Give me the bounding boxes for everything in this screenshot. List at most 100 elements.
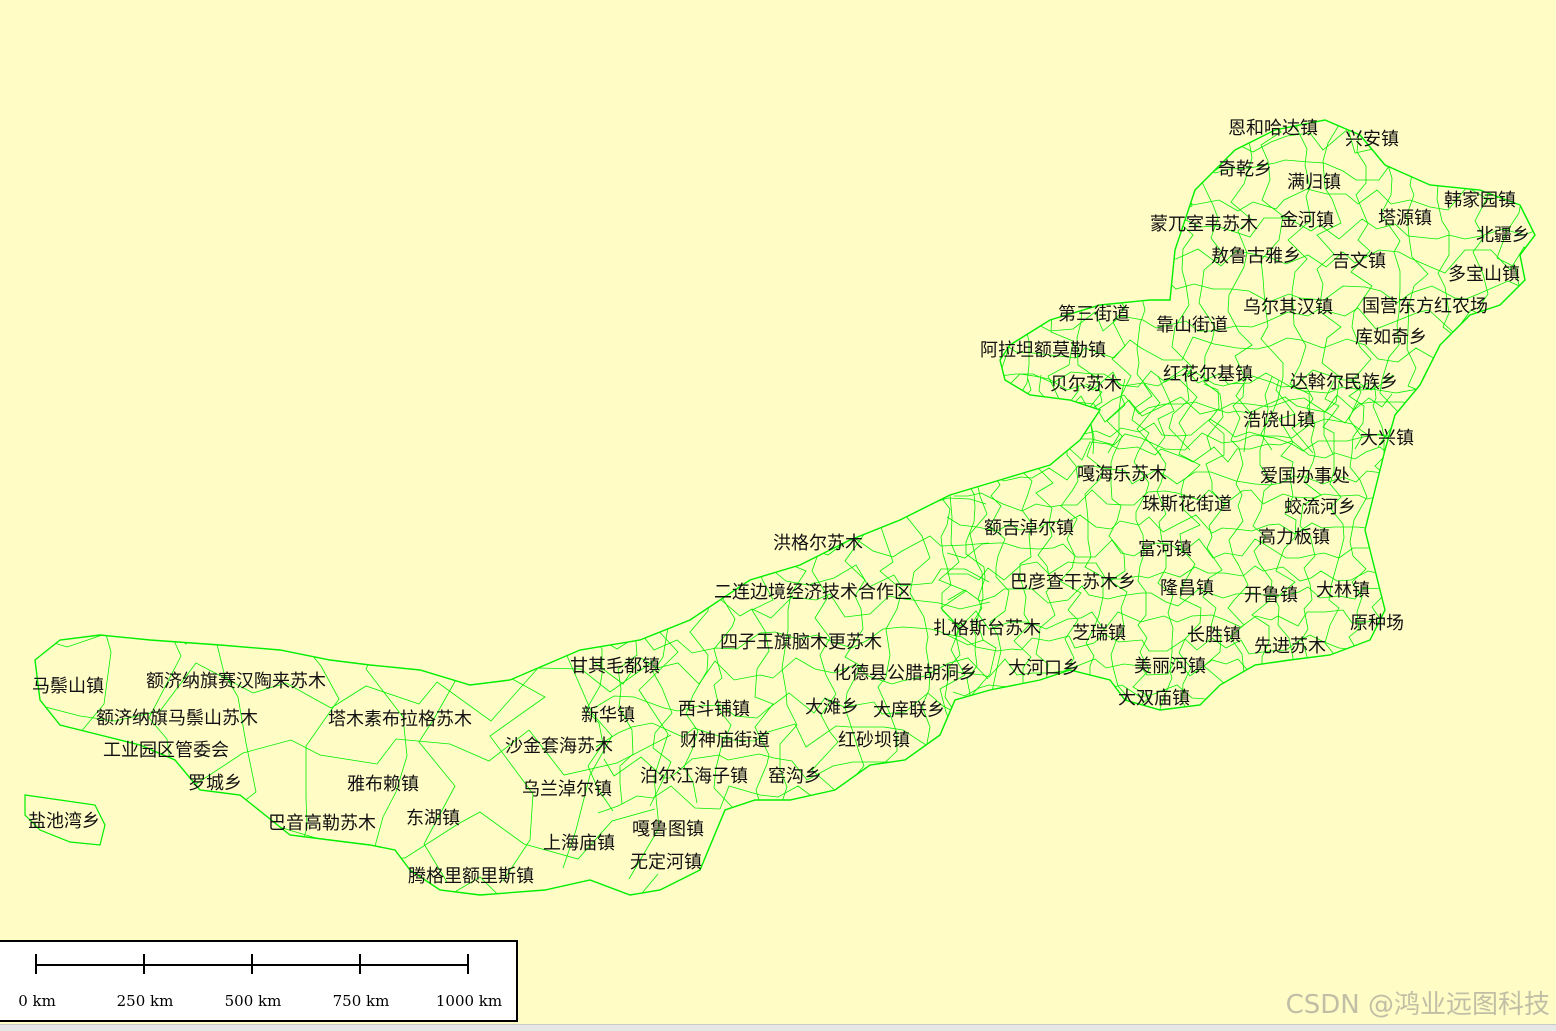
- scale-tick-1000: [467, 954, 469, 974]
- place-label: 敖鲁古雅乡: [1211, 246, 1301, 267]
- place-label: 盐池湾乡: [28, 811, 100, 832]
- place-label: 达斡尔民族乡: [1290, 372, 1398, 393]
- district-boundary: [1136, 120, 1164, 456]
- place-label: 蛟流河乡: [1284, 497, 1356, 518]
- place-labels: 恩和哈达镇兴安镇奇乾乡满归镇韩家园镇蒙兀室韦苏木 金河镇 塔源镇北疆乡敖鲁古雅乡 吉文…: [28, 118, 1530, 887]
- scale-bar: 0 km 250 km 500 km 750 km 1000 km: [0, 940, 518, 1022]
- district-boundary: [681, 477, 710, 804]
- place-label: 先进苏木: [1254, 636, 1326, 657]
- place-label: 兴安镇: [1345, 129, 1399, 150]
- district-boundary: [1106, 378, 1129, 716]
- scale-tick-250: [143, 954, 145, 974]
- place-label: 原种场: [1350, 613, 1404, 634]
- scale-tick-750: [359, 954, 361, 974]
- place-label: 大庠联乡: [873, 700, 945, 721]
- district-boundary: [1084, 383, 1104, 717]
- district-boundary: [995, 217, 1535, 241]
- place-label: 新华镇: [581, 705, 635, 726]
- scale-label-1000: 1000 km: [435, 992, 503, 1010]
- place-label: 长胜镇: [1187, 625, 1241, 646]
- place-label: 国营东方红农场: [1362, 296, 1488, 317]
- place-label: 阿拉坦额莫勒镇: [980, 340, 1106, 361]
- district-boundary: [649, 478, 676, 807]
- district-boundary: [1348, 120, 1373, 450]
- place-label: 东湖镇: [406, 808, 460, 829]
- place-label: 甘其毛都镇: [570, 656, 660, 677]
- scale-tick-500: [251, 954, 253, 974]
- place-label: 沙金套海苏木: [505, 736, 613, 757]
- place-label: 大兴镇: [1360, 428, 1414, 449]
- district-boundary: [1377, 120, 1401, 448]
- place-label: 金河镇: [1280, 210, 1334, 231]
- place-label: 马鬃山镇: [32, 675, 104, 697]
- place-label: 额吉淖尔镇: [984, 518, 1074, 539]
- scale-label-0: 0 km: [18, 992, 56, 1010]
- district-boundary: [987, 120, 1014, 454]
- place-label: 多宝山镇: [1448, 264, 1520, 285]
- place-label: 爱国办事处: [1260, 466, 1350, 487]
- district-boundary: [1047, 120, 1074, 455]
- place-label: 贝尔苏木: [1050, 374, 1122, 395]
- place-label: 额济纳旗赛汉陶来苏木: [146, 671, 326, 692]
- status-strip: [0, 1024, 1556, 1031]
- district-boundary: [41, 873, 659, 895]
- district-boundary: [418, 616, 463, 883]
- place-label: 满归镇: [1287, 172, 1341, 193]
- place-label: 财神庙街道: [680, 730, 770, 751]
- watermark-text: CSDN @鸿业远图科技: [1285, 990, 1550, 1020]
- place-label: 洪格尔苏木: [773, 533, 863, 554]
- place-label: 开鲁镇: [1244, 585, 1298, 606]
- district-boundary: [1526, 120, 1535, 456]
- place-label: 雅布赖镇: [347, 774, 419, 795]
- place-label: 库如奇乡: [1355, 327, 1427, 348]
- place-label: 浩饶山镇: [1243, 410, 1315, 431]
- scale-tick-0: [35, 954, 37, 974]
- district-boundary: [617, 473, 643, 805]
- place-label: 工业园区管委会: [103, 740, 229, 761]
- district-boundary: [1001, 156, 1535, 184]
- place-label: 红砂坝镇: [838, 730, 910, 751]
- district-boundary: [949, 440, 1399, 463]
- place-label: 腾格里额里斯镇: [408, 866, 534, 887]
- place-label: 额济纳旗马鬃山苏木: [96, 707, 258, 729]
- place-label: 恩和哈达镇: [1228, 118, 1318, 139]
- place-label: 靠山街道: [1156, 315, 1228, 336]
- place-label: 西斗铺镇: [678, 699, 750, 720]
- scale-label-750: 750 km: [332, 992, 390, 1010]
- place-label: 巴音高勒苏木: [268, 813, 376, 834]
- place-label: 蒙兀室韦苏木: [1150, 214, 1258, 235]
- place-label: 北疆乡: [1476, 225, 1530, 246]
- place-label: 红花尔基镇: [1163, 364, 1253, 385]
- district-boundary: [35, 592, 672, 650]
- place-label: 塔源镇: [1378, 208, 1432, 229]
- place-label: 上海庙镇: [543, 833, 615, 854]
- place-label: 乌兰淖尔镇: [522, 779, 612, 800]
- place-label: 隆昌镇: [1160, 578, 1214, 599]
- district-boundary: [599, 465, 990, 494]
- place-label: 芝瑞镇: [1072, 623, 1126, 644]
- place-label: 韩家园镇: [1444, 190, 1516, 211]
- place-label: 巴彦查干苏木乡: [1010, 572, 1136, 593]
- place-label: 二连边境经济技术合作区: [714, 582, 912, 603]
- district-boundary: [1406, 120, 1429, 458]
- district-boundary: [1107, 120, 1132, 454]
- place-label: 第三街道: [1058, 304, 1130, 325]
- place-label: 大双庙镇: [1118, 688, 1190, 709]
- place-label: 嘎海乐苏木: [1077, 464, 1167, 485]
- place-label: 大滩乡: [805, 697, 859, 718]
- scale-label-500: 500 km: [224, 992, 282, 1010]
- place-label: 化德县公腊胡洞乡: [833, 663, 977, 684]
- place-label: 窑沟乡: [768, 766, 822, 787]
- place-label: 四子王旗脑木更苏木: [720, 632, 882, 653]
- place-label: 奇乾乡: [1218, 159, 1272, 180]
- place-label: 嘎鲁图镇: [632, 819, 704, 840]
- place-label: 大河口乡: [1008, 658, 1080, 679]
- place-label: 吉文镇: [1332, 251, 1386, 272]
- place-label: 美丽河镇: [1134, 656, 1206, 677]
- scale-label-250: 250 km: [116, 992, 174, 1010]
- map-canvas[interactable]: 恩和哈达镇兴安镇奇乾乡满归镇韩家园镇蒙兀室韦苏木 金河镇 塔源镇北疆乡敖鲁古雅乡 吉文…: [0, 0, 1556, 1031]
- district-boundary: [594, 497, 987, 526]
- district-boundary: [949, 418, 1399, 440]
- place-label: 高力板镇: [1258, 527, 1330, 548]
- place-label: 扎格斯台苏木: [933, 618, 1041, 639]
